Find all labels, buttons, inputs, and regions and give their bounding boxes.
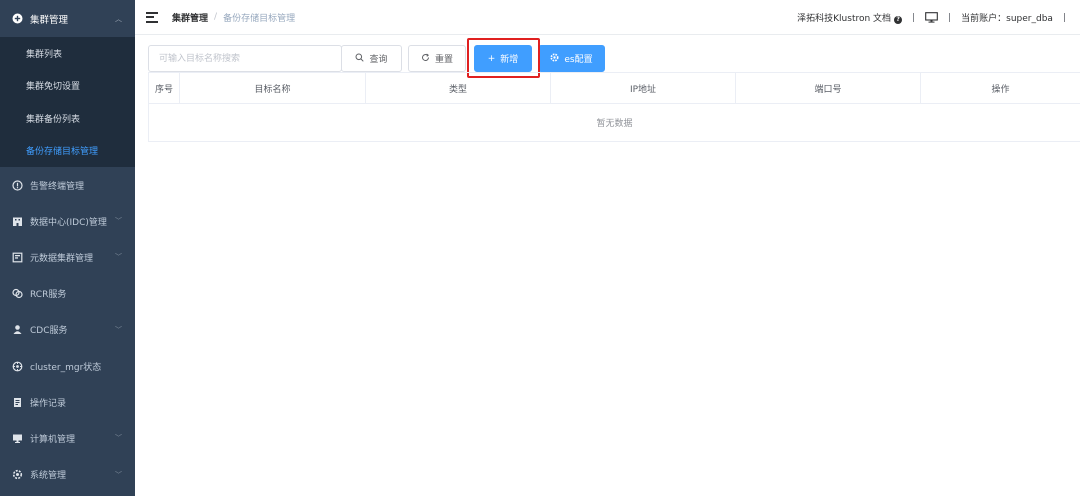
- data-table: 序号 目标名称 类型 IP地址 端口号 操作 暂无数据: [148, 72, 1080, 142]
- sidebar: 集群管理 ︿ 集群列表 集群免切设置 集群备份列表 备份存储目标管理 告警终端管…: [0, 0, 135, 496]
- sidebar-item-metadata-cluster[interactable]: 元数据集群管理 ﹀: [0, 239, 135, 275]
- chevron-up-icon: ︿: [115, 14, 122, 23]
- account-label[interactable]: 当前账户：super_dba: [961, 11, 1053, 24]
- sidebar-item-label: CDC服务: [30, 326, 68, 337]
- toolbar: 查询 重置 + 新增 es配置: [148, 45, 605, 72]
- sidebar-item-label: 数据中心(IDC)管理: [30, 217, 107, 228]
- column-header-type: 类型: [366, 73, 551, 103]
- screen-icon[interactable]: [925, 12, 938, 23]
- search-input[interactable]: [148, 45, 342, 72]
- column-header-index: 序号: [148, 73, 180, 103]
- add-button-label: 新增: [500, 55, 519, 65]
- building-icon: [12, 216, 23, 227]
- sidebar-item-computer-management[interactable]: 计算机管理 ﹀: [0, 420, 135, 456]
- table-header: 序号 目标名称 类型 IP地址 端口号 操作: [148, 72, 1080, 104]
- es-config-button[interactable]: es配置: [538, 45, 605, 72]
- add-button[interactable]: + 新增: [474, 45, 532, 72]
- link-icon: [12, 288, 23, 299]
- breadcrumb-current: 备份存储目标管理: [223, 13, 296, 24]
- sidebar-item-label: 告警终端管理: [30, 181, 85, 192]
- chevron-down-icon: ﹀: [115, 253, 122, 262]
- sidebar-item-operation-log[interactable]: 操作记录: [0, 384, 135, 420]
- sidebar-item-label: 计算机管理: [30, 434, 76, 445]
- hamburger-menu-icon[interactable]: [146, 11, 158, 23]
- reset-button-label: 重置: [434, 55, 453, 65]
- header-right: 泽拓科技Klustron 文档? | | 当前账户：super_dba |: [797, 0, 1076, 35]
- info-circle-icon: [12, 179, 23, 191]
- docs-link-label: 泽拓科技Klustron 文档: [797, 14, 892, 24]
- breadcrumb-separator: /: [214, 12, 218, 22]
- empty-text: 暂无数据: [596, 119, 633, 129]
- question-circle-icon: ?: [894, 15, 903, 24]
- docs-link[interactable]: 泽拓科技Klustron 文档?: [797, 11, 903, 24]
- reset-button[interactable]: 重置: [408, 45, 466, 72]
- gear-wheel-icon: [12, 361, 23, 372]
- chevron-down-icon: ﹀: [115, 470, 122, 479]
- plus-circle-icon: [12, 13, 23, 24]
- sidebar-item-label: 系统管理: [30, 471, 67, 482]
- breadcrumb-root[interactable]: 集群管理: [172, 11, 208, 24]
- search-icon: [355, 53, 365, 65]
- column-header-target-name: 目标名称: [180, 73, 366, 103]
- sidebar-item-alarm-terminal[interactable]: 告警终端管理: [0, 167, 135, 203]
- plus-icon: +: [487, 53, 496, 64]
- query-button[interactable]: 查询: [341, 45, 402, 72]
- sidebar-item-system-management[interactable]: 系统管理 ﹀: [0, 457, 135, 493]
- gear-icon: [550, 52, 559, 65]
- chevron-down-icon: ﹀: [115, 325, 122, 334]
- column-header-port: 端口号: [736, 73, 921, 103]
- top-header: 集群管理 / 备份存储目标管理 泽拓科技Klustron 文档? | | 当前账…: [135, 0, 1080, 35]
- sidebar-item-label: cluster_mgr状态: [30, 362, 102, 373]
- header-divider: |: [948, 12, 952, 23]
- chevron-down-icon: ﹀: [115, 217, 122, 226]
- sidebar-item-label: 备份存储目标管理: [26, 147, 99, 158]
- sidebar-item-cluster-failover-settings[interactable]: 集群免切设置: [0, 70, 135, 103]
- sidebar-item-label: 元数据集群管理: [30, 253, 94, 264]
- sidebar-item-cluster-mgr-status[interactable]: cluster_mgr状态: [0, 348, 135, 384]
- database-icon: [12, 252, 23, 263]
- breadcrumb: 集群管理 / 备份存储目标管理: [172, 11, 295, 24]
- sidebar-item-rcr-service[interactable]: RCR服务: [0, 276, 135, 312]
- sidebar-submenu: 集群列表 集群免切设置 集群备份列表 备份存储目标管理: [0, 37, 135, 167]
- header-divider: |: [1062, 12, 1066, 23]
- sidebar-item-cdc-service[interactable]: CDC服务 ﹀: [0, 312, 135, 348]
- sidebar-item-cluster-list[interactable]: 集群列表: [0, 37, 135, 70]
- sidebar-item-cluster-backup-list[interactable]: 集群备份列表: [0, 102, 135, 135]
- sidebar-item-idc[interactable]: 数据中心(IDC)管理 ﹀: [0, 203, 135, 239]
- column-header-ip: IP地址: [551, 73, 736, 103]
- monitor-icon: [12, 433, 23, 444]
- document-icon: [12, 397, 23, 408]
- sidebar-item-label: RCR服务: [30, 290, 67, 301]
- settings-icon: [12, 469, 23, 480]
- chevron-down-icon: ﹀: [115, 434, 122, 443]
- sidebar-group-label: 集群管理: [30, 14, 69, 26]
- column-header-actions: 操作: [991, 84, 1010, 95]
- sidebar-item-label: 操作记录: [30, 398, 67, 409]
- sidebar-item-label: 集群备份列表: [26, 114, 81, 125]
- query-button-label: 查询: [369, 55, 388, 65]
- sidebar-item-label: 集群列表: [26, 49, 63, 60]
- sidebar-item-label: 集群免切设置: [26, 82, 81, 93]
- header-divider: |: [912, 12, 916, 23]
- refresh-icon: [421, 53, 430, 65]
- sidebar-group-cluster-management[interactable]: 集群管理 ︿: [0, 0, 135, 37]
- table-empty-row: 暂无数据: [148, 104, 1080, 142]
- sidebar-item-backup-storage-target[interactable]: 备份存储目标管理: [0, 135, 135, 168]
- user-icon: [12, 324, 23, 335]
- es-config-button-label: es配置: [564, 55, 593, 65]
